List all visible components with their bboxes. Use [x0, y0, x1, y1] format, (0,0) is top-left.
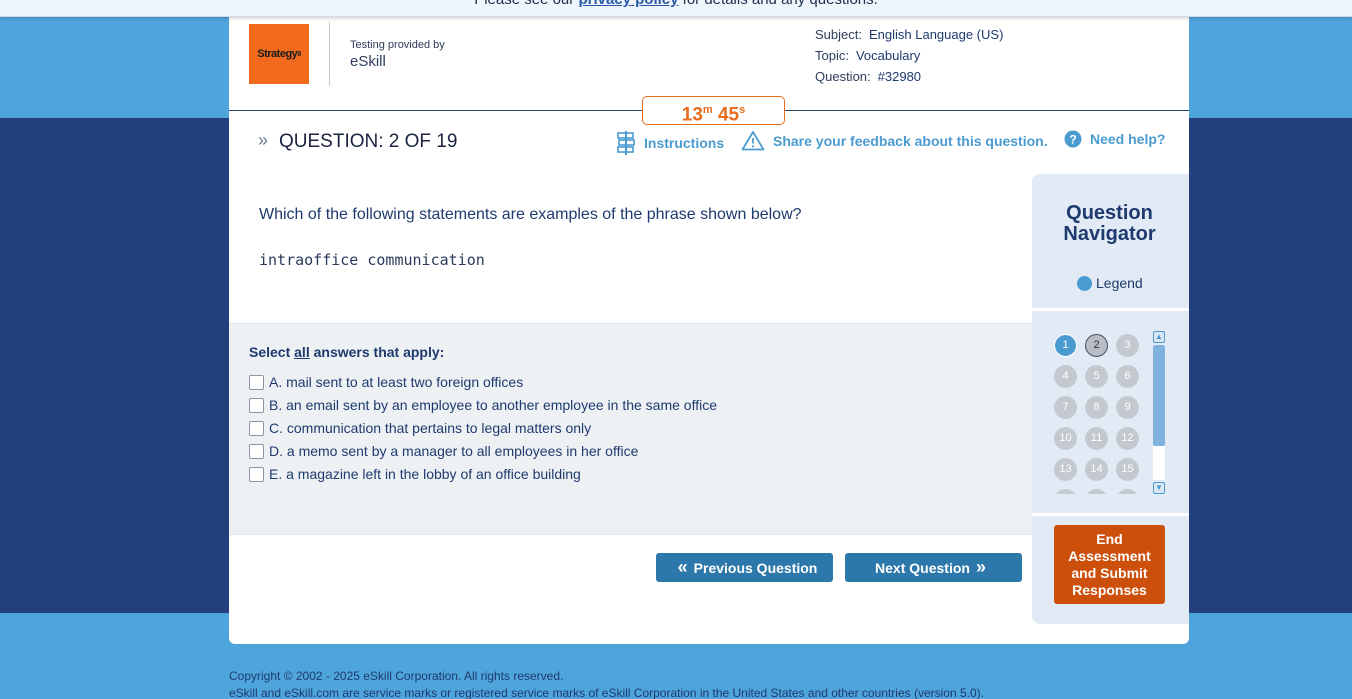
question-nav-button[interactable]: 8: [1085, 396, 1108, 419]
subject-value: English Language (US): [868, 27, 1004, 42]
timer-minutes-unit: m: [702, 104, 713, 116]
timer-seconds: 45: [717, 104, 740, 126]
countdown-timer: 13m 45s: [642, 96, 785, 125]
legend-label: Legend: [1096, 275, 1143, 291]
feedback-label: Share your feedback about this question.: [773, 132, 1048, 149]
privacy-policy-link[interactable]: privacy policy: [578, 0, 678, 8]
answer-option-e[interactable]: E. a magazine left in the lobby of an of…: [249, 466, 581, 482]
testing-provided-label: Testing provided by: [350, 39, 445, 51]
scroll-down-icon[interactable]: ▼: [1153, 482, 1165, 494]
question-nav-button[interactable]: 15: [1116, 458, 1139, 481]
answer-checkbox[interactable]: [249, 420, 264, 436]
assessment-card: Strategy 8 Testing provided by eSkill Sub…: [229, 2, 1189, 644]
next-question-button[interactable]: Next Question »: [845, 553, 1022, 582]
navigator-separator: [1032, 513, 1189, 516]
answer-checkbox[interactable]: [249, 397, 264, 413]
strategy8-logo: Strategy 8: [249, 24, 309, 84]
question-nav-button[interactable]: 16: [1054, 489, 1077, 494]
double-left-arrow-icon: «: [677, 557, 688, 577]
question-number-grid: 12345678910111213141516171819: [1054, 334, 1154, 494]
topic-meta: Topic: Vocabulary: [815, 48, 920, 63]
instructions-link[interactable]: Instructions: [616, 130, 724, 156]
question-navigator-panel: Question Navigator Legend 1 2 3 4 5 6 7 8 9 10 11 1…: [1032, 174, 1189, 624]
question-nav-button[interactable]: 2: [1085, 334, 1108, 357]
question-text: Which of the following statements are ex…: [259, 206, 802, 223]
question-nav-button[interactable]: 3: [1116, 334, 1139, 357]
question-id-value: #32980: [877, 69, 922, 84]
answer-checkbox[interactable]: [249, 374, 264, 390]
question-nav-button[interactable]: 13: [1054, 458, 1077, 481]
feedback-link[interactable]: Share your feedback about this question.: [741, 130, 1048, 151]
answer-option-a[interactable]: A. mail sent to at least two foreign off…: [249, 374, 523, 390]
provider-name: eSkill: [350, 53, 386, 70]
select-label-em: all: [294, 344, 310, 360]
double-right-arrow-icon: »: [975, 557, 986, 577]
question-phrase: intraoffice communication: [259, 251, 485, 269]
notice-suffix: for details and any questions.: [683, 0, 878, 8]
footer-trademark: eSkill and eSkill.com are service marks …: [229, 686, 984, 699]
question-nav-button[interactable]: 9: [1116, 396, 1139, 419]
answer-label: A. mail sent to at least two foreign off…: [269, 374, 524, 390]
subject-meta: Subject: English Language (US): [815, 27, 1003, 42]
end-assessment-button[interactable]: End Assessment and Submit Responses: [1054, 525, 1165, 604]
header-divider: [329, 22, 330, 86]
notice-prefix: Please see our: [474, 0, 574, 8]
footer-copyright: Copyright © 2002 - 2025 eSkill Corporati…: [229, 669, 564, 683]
question-nav-button[interactable]: 10: [1054, 427, 1077, 450]
navigator-separator: [1032, 308, 1189, 311]
navigator-scrollbar[interactable]: ▲ ▼: [1153, 331, 1165, 495]
signpost-icon: [617, 131, 635, 155]
answer-option-b[interactable]: B. an email sent by an employee to anoth…: [249, 397, 717, 413]
question-nav-button[interactable]: 4: [1054, 365, 1077, 388]
question-nav-button[interactable]: 5: [1085, 365, 1108, 388]
select-label-post: answers that apply:: [313, 344, 445, 360]
subject-label: Subject:: [815, 27, 862, 42]
question-nav-button[interactable]: 14: [1085, 458, 1108, 481]
question-counter-title: QUESTION: 2 OF 19: [279, 131, 458, 152]
double-chevron-icon: »: [258, 130, 269, 150]
help-question-icon: ?: [1064, 130, 1082, 148]
select-label-pre: Select: [249, 344, 291, 360]
topic-label: Topic:: [815, 48, 849, 63]
answer-label: E. a magazine left in the lobby of an of…: [269, 466, 581, 482]
logo-sup: 8: [297, 50, 301, 58]
svg-text:?: ?: [1069, 133, 1076, 147]
warning-triangle-icon: [741, 131, 765, 151]
answer-label: B. an email sent by an employee to anoth…: [269, 397, 718, 413]
select-all-label: Select all answers that apply:: [249, 344, 444, 360]
timer-seconds-unit: s: [739, 104, 746, 116]
question-nav-button[interactable]: 6: [1116, 365, 1139, 388]
question-id-meta: Question: #32980: [815, 69, 921, 84]
question-nav-button[interactable]: 7: [1054, 396, 1077, 419]
legend-toggle[interactable]: Legend: [1077, 275, 1143, 291]
question-id-label: Question:: [815, 69, 871, 84]
question-nav-button[interactable]: 17: [1085, 489, 1108, 494]
need-help-label: Need help?: [1090, 131, 1166, 147]
timer-minutes: 13: [681, 104, 703, 126]
next-question-label: Next Question: [875, 559, 970, 576]
question-nav-button[interactable]: 1: [1054, 334, 1077, 357]
question-nav-button[interactable]: 12: [1116, 427, 1139, 450]
answer-option-c[interactable]: C. communication that pertains to legal …: [249, 420, 591, 436]
answer-checkbox[interactable]: [249, 443, 264, 459]
previous-question-label: Previous Question: [693, 559, 818, 576]
answer-option-d[interactable]: D. a memo sent by a manager to all emplo…: [249, 443, 638, 459]
answers-panel: Select all answers that apply: A. mail s…: [229, 323, 1032, 535]
topic-value: Vocabulary: [855, 48, 921, 63]
need-help-link[interactable]: ? Need help?: [1064, 130, 1165, 148]
instructions-label: Instructions: [644, 135, 725, 151]
navigator-title: Question Navigator: [1063, 202, 1156, 245]
answer-label: D. a memo sent by a manager to all emplo…: [269, 443, 639, 459]
answer-label: C. communication that pertains to legal …: [269, 420, 592, 436]
privacy-notice-bar: Please see our privacy policy for detail…: [0, 0, 1352, 17]
question-nav-button[interactable]: 11: [1085, 427, 1108, 450]
previous-question-button[interactable]: « Previous Question: [656, 553, 833, 582]
question-nav-button[interactable]: 18: [1116, 489, 1139, 494]
legend-dot-icon: [1077, 275, 1092, 291]
answer-checkbox[interactable]: [249, 466, 264, 482]
scroll-thumb[interactable]: [1153, 345, 1165, 446]
scroll-up-icon[interactable]: ▲: [1153, 331, 1165, 343]
logo-text: Strategy: [257, 48, 298, 60]
